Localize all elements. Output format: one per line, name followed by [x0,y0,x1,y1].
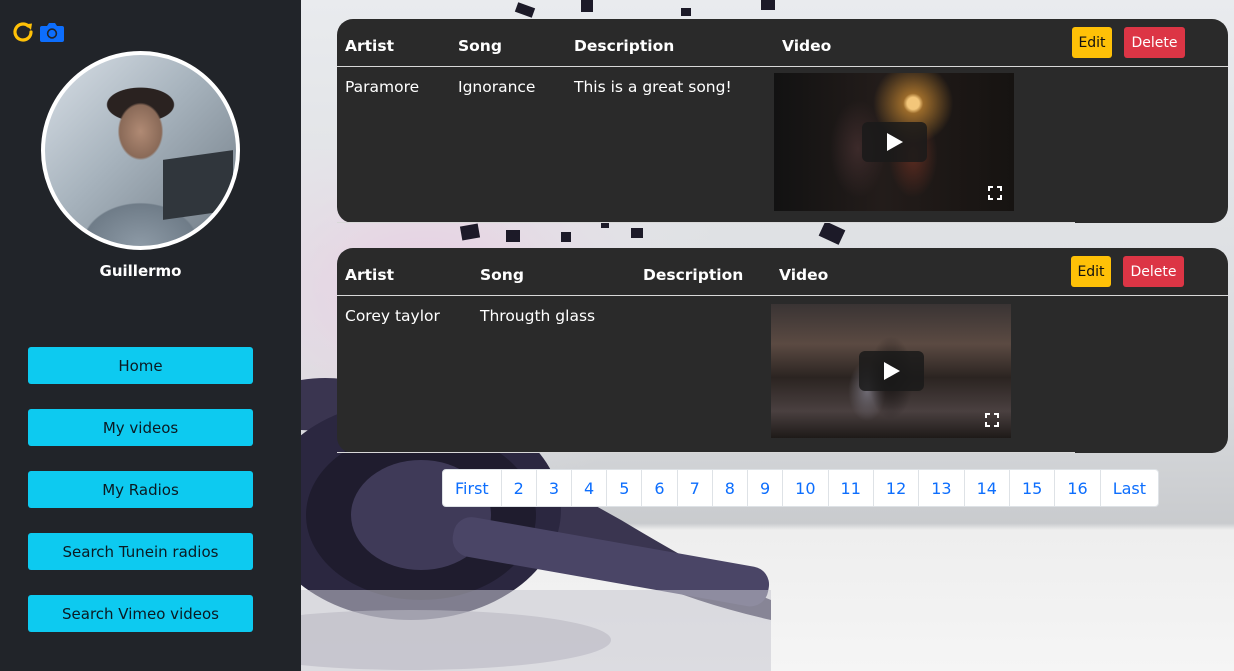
video-player[interactable] [774,73,1014,211]
play-icon[interactable] [859,351,924,391]
cell-artist: Paramore [345,78,420,96]
header-song: Song [458,37,502,55]
header-video: Video [782,37,832,55]
video-card: Artist Song Description Video Edit Delet… [337,19,1228,223]
video-player[interactable] [771,304,1011,438]
avatar [41,51,240,250]
header-song: Song [480,266,524,284]
header-description: Description [643,266,744,284]
page-last[interactable]: Last [1101,470,1158,506]
delete-button[interactable]: Delete [1124,27,1185,58]
nav-my-videos-button[interactable]: My videos [28,409,253,446]
header-artist: Artist [345,37,394,55]
page-10[interactable]: 10 [783,470,829,506]
edit-button[interactable]: Edit [1072,27,1112,58]
page-12[interactable]: 12 [874,470,920,506]
fullscreen-icon[interactable] [988,185,1002,200]
header-divider [337,66,1228,67]
sidebar-top-icons [11,20,65,44]
page-2[interactable]: 2 [502,470,537,506]
card-bottom-line [337,452,1075,453]
page-16[interactable]: 16 [1055,470,1101,506]
nav-search-tunein-button[interactable]: Search Tunein radios [28,533,253,570]
nav-search-vimeo-button[interactable]: Search Vimeo videos [28,595,253,632]
page-first[interactable]: First [443,470,502,506]
card-bottom-line [337,222,1075,223]
page-7[interactable]: 7 [678,470,713,506]
page-15[interactable]: 15 [1010,470,1056,506]
header-divider [337,295,1228,296]
refresh-icon[interactable] [11,20,35,44]
nav-my-radios-button[interactable]: My Radios [28,471,253,508]
cell-artist: Corey taylor [345,307,440,325]
nav-home-button[interactable]: Home [28,347,253,384]
pagination: First 2 3 4 5 6 7 8 9 10 11 12 13 14 15 … [442,469,1160,507]
page-13[interactable]: 13 [919,470,965,506]
cell-song: Ignorance [458,78,536,96]
sidebar: Guillermo Home My videos My Radios Searc… [0,0,301,671]
page-8[interactable]: 8 [713,470,748,506]
main-content: Artist Song Description Video Edit Delet… [301,0,1234,671]
video-card: Artist Song Description Video Edit Delet… [337,248,1228,453]
page-3[interactable]: 3 [537,470,573,506]
page-14[interactable]: 14 [965,470,1010,506]
header-description: Description [574,37,675,55]
fullscreen-icon[interactable] [985,412,999,427]
play-icon[interactable] [862,122,927,162]
page-11[interactable]: 11 [829,470,874,506]
cell-song: Througth glass [480,307,596,325]
page-4[interactable]: 4 [572,470,608,506]
page-6[interactable]: 6 [642,470,678,506]
page-5[interactable]: 5 [607,470,643,506]
page-9[interactable]: 9 [748,470,784,506]
header-artist: Artist [345,266,394,284]
username: Guillermo [99,262,182,280]
edit-button[interactable]: Edit [1071,256,1111,287]
avatar-photo-detail [163,150,233,220]
cell-description: This is a great song! [574,78,732,96]
delete-button[interactable]: Delete [1123,256,1184,287]
camera-icon[interactable] [39,21,65,43]
header-video: Video [779,266,829,284]
